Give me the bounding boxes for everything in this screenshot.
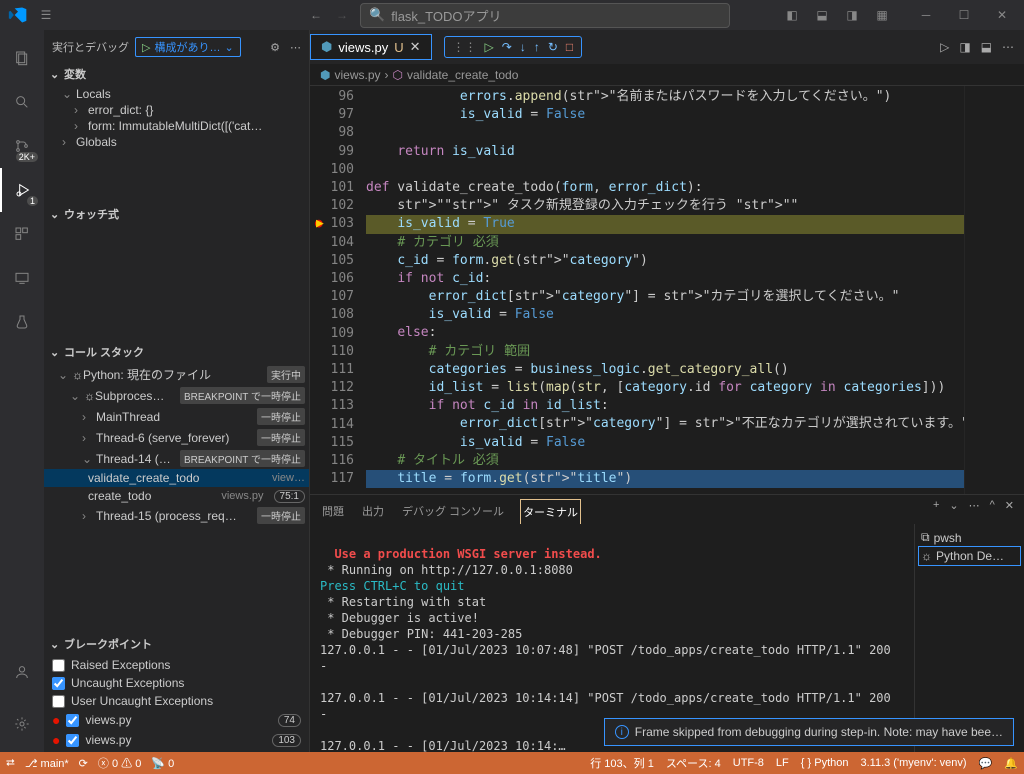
section-variables[interactable]: ⌄変数 — [44, 64, 309, 84]
cs-thread-6[interactable]: ›Thread-6 (serve_forever)一時停止 — [44, 427, 309, 448]
tab-views-py[interactable]: ⬢ views.py U ✕ — [310, 34, 432, 60]
diff-icon[interactable]: ⬓ — [981, 40, 992, 54]
layout-customize-icon[interactable]: ▦ — [870, 8, 894, 22]
ab-debug[interactable]: 1 — [0, 168, 44, 212]
term-pwsh[interactable]: ⧉ pwsh — [919, 528, 1020, 547]
dbg-step-into[interactable]: ↓ — [520, 40, 526, 54]
gutter[interactable]: 96979899100101102▶● 10310410510610710810… — [310, 86, 366, 494]
section-callstack[interactable]: ⌄コール スタック — [44, 342, 309, 362]
vscode-icon — [4, 5, 32, 25]
command-center[interactable]: 🔍 flask_TODOアプリ — [360, 3, 730, 28]
panel-tab-problems[interactable]: 問題 — [320, 499, 346, 524]
ab-settings[interactable] — [0, 702, 44, 746]
nav-forward[interactable]: → — [336, 8, 348, 22]
activity-bar: 2K+ 1 — [0, 30, 44, 752]
run-icon[interactable]: ▷ — [940, 40, 949, 54]
notification[interactable]: i Frame skipped from debugging during st… — [604, 718, 1014, 746]
debug-config-select[interactable]: ▷構成があり…⌄ — [135, 37, 241, 57]
panel-max-icon[interactable]: ^ — [990, 499, 995, 524]
status-bar: ⮂ ⎇ main* ⟳ ⓧ 0 ⚠ 0 📡 0 行 103、列 1 スペース: … — [0, 752, 1024, 774]
split-icon[interactable]: ◨ — [959, 40, 970, 54]
cs-subprocess[interactable]: ⌄☼ Subproces…BREAKPOINT で一時停止 — [44, 385, 309, 406]
var-form[interactable]: ›form: ImmutableMultiDict([('cat… — [44, 118, 309, 134]
ab-search[interactable] — [0, 80, 44, 124]
dbg-drag-icon[interactable]: ⋮⋮ — [453, 40, 477, 54]
ab-explorer[interactable] — [0, 36, 44, 80]
ab-testing[interactable] — [0, 300, 44, 344]
cs-thread-15[interactable]: ›Thread-15 (process_req…一時停止 — [44, 505, 309, 526]
sidebar: 実行とデバッグ ▷構成があり…⌄ ⚙ ⋯ ⌄変数 ⌄Locals ›error_… — [44, 30, 310, 752]
cs-thread-14[interactable]: ⌄Thread-14 (…BREAKPOINT で一時停止 — [44, 448, 309, 469]
code-editor[interactable]: errors.append(str">"名前またはパスワードを入力してください。… — [366, 86, 964, 494]
cs-session[interactable]: ⌄☼ Python: 現在のファイル実行中 — [44, 364, 309, 385]
ab-account[interactable] — [0, 650, 44, 694]
status-eol[interactable]: LF — [776, 757, 789, 769]
panel-new-icon[interactable]: + — [933, 499, 939, 524]
dbg-step-out[interactable]: ↑ — [534, 40, 540, 54]
bp-uncaught[interactable]: Uncaught Exceptions — [44, 674, 309, 692]
bp-raised[interactable]: Raised Exceptions — [44, 656, 309, 674]
status-cursor[interactable]: 行 103、列 1 — [590, 755, 654, 771]
status-language[interactable]: { } Python — [801, 757, 849, 769]
status-branch[interactable]: ⎇ main* — [25, 757, 69, 770]
sidebar-title: 実行とデバッグ — [52, 39, 129, 55]
status-bell-icon[interactable]: 🔔 — [1004, 757, 1018, 770]
title-bar: ☰ ← → 🔍 flask_TODOアプリ ◧ ⬓ ◨ ▦ ─ ☐ ✕ — [0, 0, 1024, 30]
layout-bottom-icon[interactable]: ⬓ — [810, 8, 834, 22]
menu-button[interactable]: ☰ — [32, 8, 60, 22]
status-encoding[interactable]: UTF-8 — [733, 757, 764, 769]
status-problems[interactable]: ⓧ 0 ⚠ 0 — [98, 755, 141, 771]
layout-right-icon[interactable]: ◨ — [840, 8, 864, 22]
ab-remote[interactable] — [0, 256, 44, 300]
cs-thread-main[interactable]: ›MainThread一時停止 — [44, 406, 309, 427]
bottom-panel: 問題 出力 デバッグ コンソール ターミナル + ⌄ ⋯ ^ ✕ Use a p… — [310, 494, 1024, 752]
status-interpreter[interactable]: 3.11.3 ('myenv': venv) — [860, 757, 966, 769]
info-icon: i — [615, 725, 629, 739]
search-text: flask_TODOアプリ — [391, 6, 501, 25]
ab-extensions[interactable] — [0, 212, 44, 256]
window-minimize[interactable]: ─ — [908, 8, 944, 22]
var-error-dict[interactable]: ›error_dict: {} — [44, 102, 309, 118]
cs-frame-create[interactable]: create_todoviews.py75:1 — [44, 487, 309, 505]
status-remote[interactable]: ⮂ — [6, 757, 15, 770]
panel-tab-debug[interactable]: デバッグ コンソール — [400, 499, 506, 524]
debug-settings-icon[interactable]: ⚙ — [270, 41, 280, 54]
panel-more-icon[interactable]: ⋯ — [969, 499, 980, 524]
bp-file-1[interactable]: ●views.py74 — [44, 710, 309, 730]
panel-close-icon[interactable]: ✕ — [1005, 499, 1014, 524]
section-breakpoints[interactable]: ⌄ブレークポイント — [44, 634, 309, 654]
minimap[interactable] — [964, 86, 1024, 494]
dbg-step-over[interactable]: ↷ — [502, 40, 512, 54]
nav-back[interactable]: ← — [310, 8, 322, 22]
dbg-stop[interactable]: □ — [566, 40, 573, 54]
window-close[interactable]: ✕ — [984, 8, 1020, 22]
debug-toolbar: ⋮⋮ ▷ ↷ ↓ ↑ ↻ □ — [444, 36, 583, 58]
close-icon[interactable]: ✕ — [410, 39, 421, 55]
panel-dropdown-icon[interactable]: ⌄ — [949, 499, 958, 524]
status-feedback-icon[interactable]: 💬 — [979, 757, 993, 770]
panel-tab-output[interactable]: 出力 — [360, 499, 386, 524]
status-ports[interactable]: 📡 0 — [151, 757, 174, 770]
bp-user-uncaught[interactable]: User Uncaught Exceptions — [44, 692, 309, 710]
scope-locals[interactable]: ⌄Locals — [44, 86, 309, 102]
dbg-restart[interactable]: ↻ — [548, 40, 558, 54]
panel-tab-terminal[interactable]: ターミナル — [520, 499, 581, 524]
scope-globals[interactable]: ›Globals — [44, 134, 309, 150]
layout-left-icon[interactable]: ◧ — [780, 8, 804, 22]
search-icon: 🔍 — [369, 7, 385, 23]
section-watch[interactable]: ⌄ウォッチ式 — [44, 204, 309, 224]
cs-frame-validate[interactable]: validate_create_todoview… — [44, 469, 309, 487]
window-maximize[interactable]: ☐ — [946, 8, 982, 22]
status-indent[interactable]: スペース: 4 — [666, 755, 721, 771]
more-icon[interactable]: ⋯ — [290, 41, 301, 54]
term-python[interactable]: ☼ Python De… — [919, 547, 1020, 565]
tab-bar: ⬢ views.py U ✕ ⋮⋮ ▷ ↷ ↓ ↑ ↻ □ ▷ ◨ ⬓ ⋯ — [310, 30, 1024, 64]
ab-scm[interactable]: 2K+ — [0, 124, 44, 168]
status-sync[interactable]: ⟳ — [79, 757, 88, 770]
bp-file-2[interactable]: ●views.py103 — [44, 730, 309, 750]
breadcrumb[interactable]: ⬢views.py› ⬡validate_create_todo — [310, 64, 1024, 86]
dbg-continue[interactable]: ▷ — [485, 40, 494, 54]
tab-more-icon[interactable]: ⋯ — [1002, 40, 1014, 54]
